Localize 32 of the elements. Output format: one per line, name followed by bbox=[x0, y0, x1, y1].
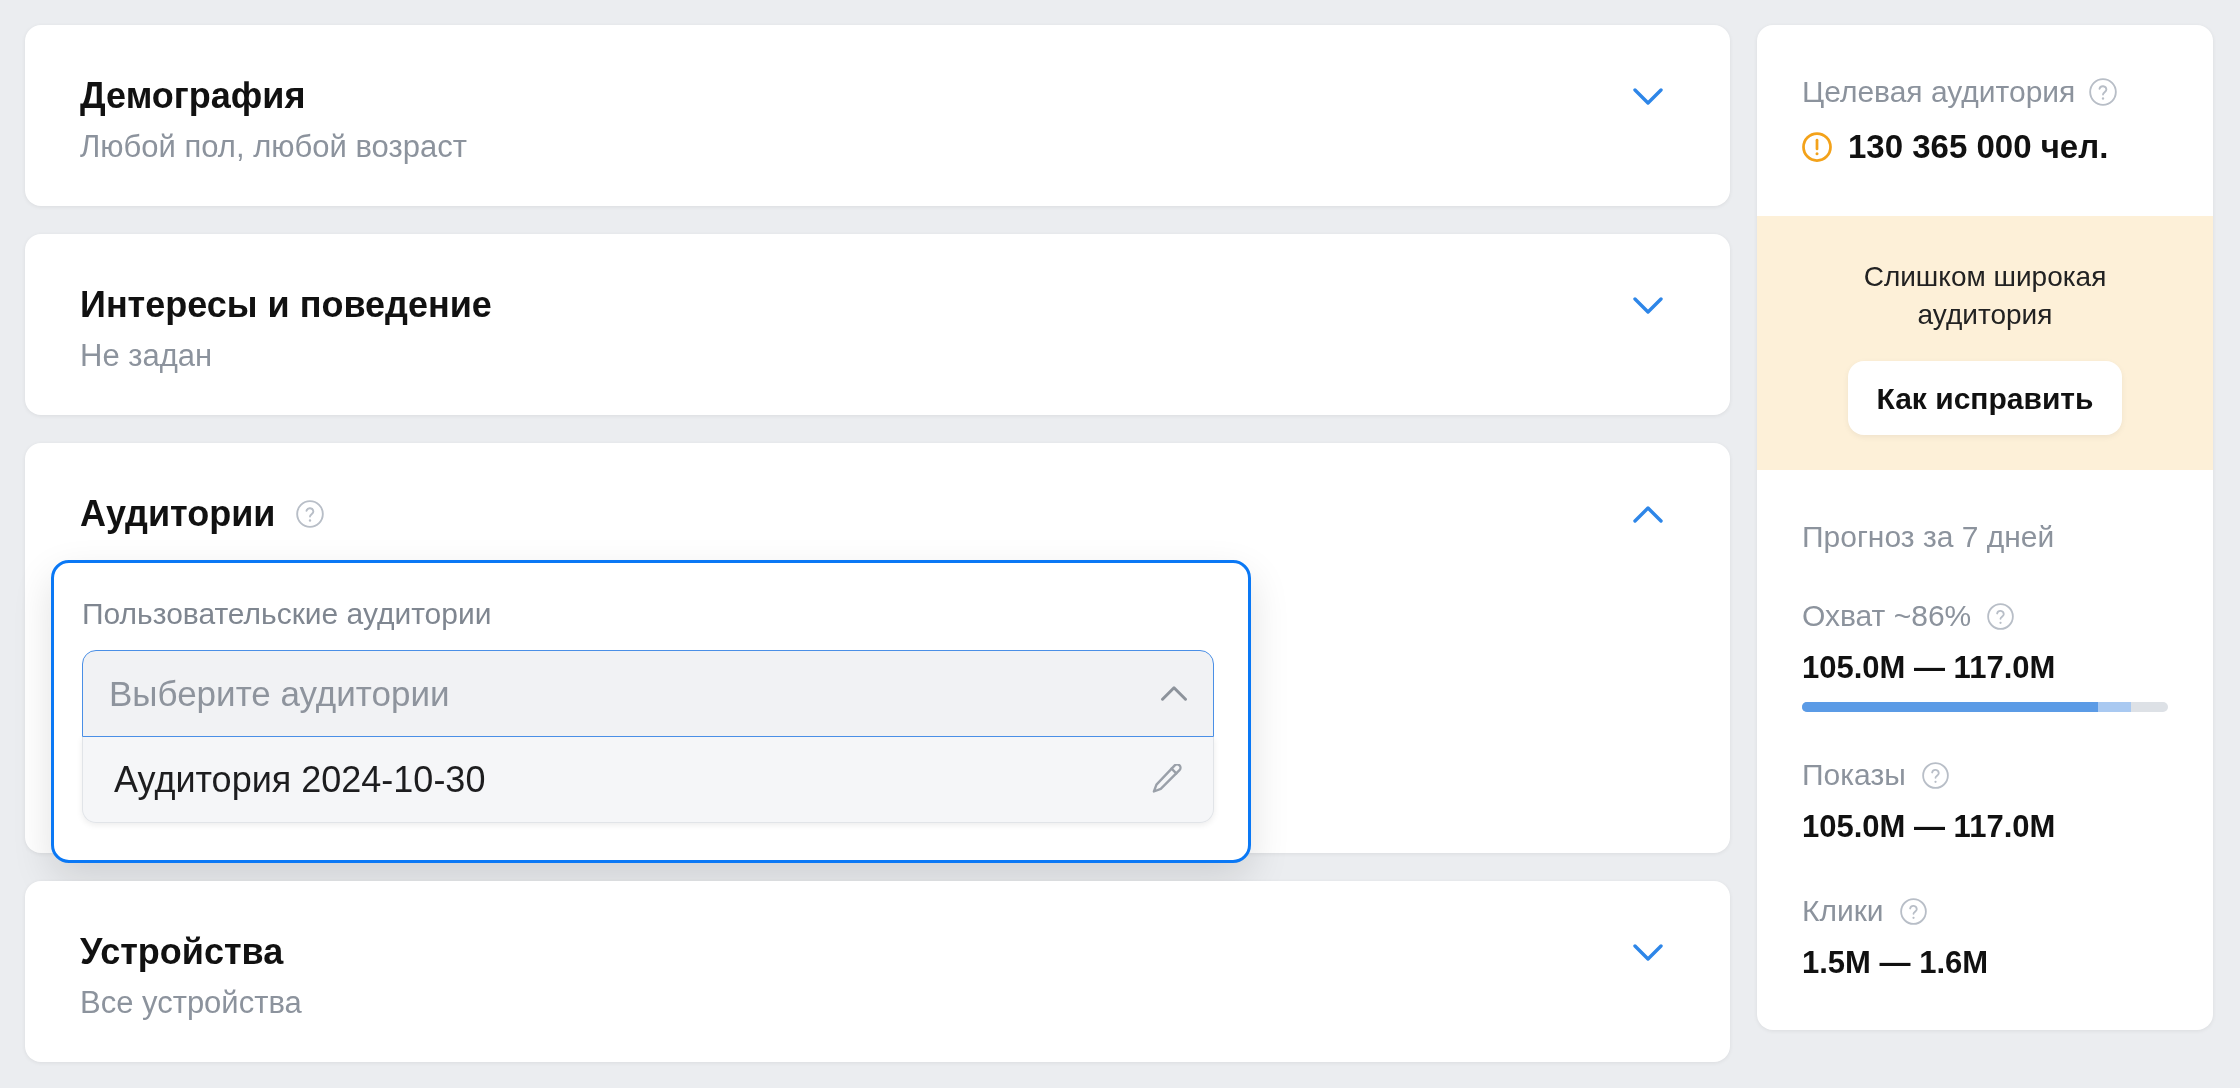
section-title: Демография bbox=[80, 75, 306, 117]
chevron-down-icon[interactable] bbox=[1633, 87, 1663, 105]
help-icon[interactable] bbox=[1987, 602, 2015, 630]
fix-button[interactable]: Как исправить bbox=[1848, 361, 2122, 435]
dropdown-option[interactable]: Аудитория 2024-10-30 bbox=[82, 737, 1214, 823]
metric-label: Клики bbox=[1802, 893, 1884, 929]
metric-value: 105.0M — 117.0M bbox=[1802, 808, 2056, 846]
help-icon[interactable] bbox=[2089, 78, 2118, 106]
section-subtitle: Все устройства bbox=[80, 985, 302, 1021]
metric-label: Показы bbox=[1802, 757, 1906, 793]
audience-label: Целевая аудитория bbox=[1802, 74, 2076, 110]
section-subtitle: Любой пол, любой возраст bbox=[80, 129, 467, 165]
section-title: Интересы и поведение bbox=[80, 284, 492, 326]
audience-size: 130 365 000 чел. bbox=[1848, 127, 2109, 167]
select-field[interactable]: Выберите аудитории bbox=[82, 650, 1214, 737]
help-icon[interactable] bbox=[1899, 897, 1927, 925]
metric-value: 1.5M — 1.6M bbox=[1802, 944, 1989, 982]
help-icon[interactable] bbox=[1921, 761, 1949, 789]
metric-label: Охват ~86% bbox=[1802, 598, 1972, 634]
section-title: Устройства bbox=[80, 931, 284, 973]
chevron-down-icon[interactable] bbox=[1633, 296, 1663, 314]
chevron-up-icon[interactable] bbox=[1633, 505, 1663, 523]
help-icon[interactable] bbox=[295, 500, 324, 528]
chevron-up-icon[interactable] bbox=[1160, 686, 1188, 701]
section-title: Аудитории bbox=[80, 493, 276, 535]
field-label: Пользовательские аудитории bbox=[82, 596, 492, 632]
warning-message: Слишком широкая аудитория bbox=[1862, 260, 2108, 332]
section-subtitle: Не задан bbox=[80, 338, 213, 374]
chevron-down-icon[interactable] bbox=[1633, 943, 1663, 961]
pencil-icon[interactable] bbox=[1152, 764, 1183, 795]
forecast-title: Прогноз за 7 дней bbox=[1802, 519, 2055, 555]
metric-value: 105.0M — 117.0M bbox=[1802, 649, 2056, 687]
